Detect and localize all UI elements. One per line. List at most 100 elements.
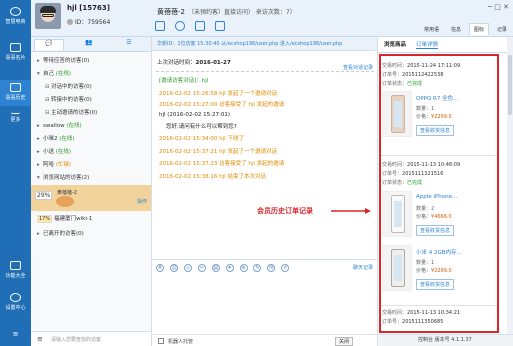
left-sidebar: 智慧电商 喜喜名片 喜喜历史 更多 功能大全 设置中心 ≡	[0, 0, 31, 346]
apps-icon	[10, 261, 21, 270]
sidebar-item-label: 更多	[10, 117, 21, 123]
sidebar-item-settings[interactable]: 设置中心	[0, 290, 31, 316]
visitor-name: 黄蓓蓓-2	[57, 190, 77, 196]
tab-phrases[interactable]: 常用语	[420, 24, 443, 35]
visitor-name: 福建厦门wiki-1	[54, 216, 93, 222]
tab-records[interactable]: 记录	[493, 24, 511, 35]
chat-message: 2016-02-02 15:34:00 hjl 下线了	[159, 136, 244, 142]
scrollbar[interactable]	[507, 37, 513, 334]
sidebar-item-label: 喜喜历史	[5, 95, 26, 101]
shake-icon[interactable]: ✦	[225, 264, 234, 272]
list-item[interactable]: ▸ swallow (在线)	[31, 120, 151, 133]
scrollbar-thumb[interactable]	[508, 55, 512, 115]
menu-icon[interactable]: ≡	[37, 335, 45, 343]
phone-icon[interactable]	[214, 21, 225, 31]
chat-icon: 💬	[45, 40, 53, 47]
eval-icon[interactable]: ✎	[253, 264, 262, 272]
tab-browse-products[interactable]: 浏览商品	[384, 40, 406, 48]
chat-message: [邀请访客对话]：hjl	[159, 78, 209, 84]
image-icon[interactable]: ▫	[183, 264, 192, 272]
mail-icon[interactable]: ✉	[267, 264, 276, 272]
chat-message: 2016-02-02 15:27:00 访客接受了 hjl 发起的邀请	[159, 102, 285, 108]
tab-icons[interactable]: 图标	[468, 23, 489, 35]
chat-panel: 华新ID：1位访客 15:30:40 从/ecshop198/user.php …	[152, 37, 378, 346]
order-history-highlight	[379, 54, 499, 333]
list-item[interactable]: ▸ 小送 (在线)	[31, 146, 151, 159]
chat-message: 2016-02-02 15:38:16 hjl 结束了本次对话	[159, 174, 266, 180]
settings-icon	[10, 293, 21, 302]
visitor-tabs: 💬 👥 ☰	[31, 37, 151, 52]
visitor-panel: 💬 👥 ☰ ▸ 等待应答的访客(0) ▾ 自己 (在线) ⊟对话中的访客(0) ⊟转…	[31, 37, 152, 346]
annotation-label: 会员历史订单记录	[257, 207, 313, 215]
list-item[interactable]: ⊟对话中的访客(0)	[31, 81, 151, 94]
session-toolbar	[155, 21, 233, 33]
visitor-search[interactable]: ≡ 请输入您要查找的访客	[31, 331, 151, 346]
star-icon[interactable]	[194, 21, 205, 31]
chat-message: 2016-02-02 15:37:23 访客接受了 hjl 发起的邀请	[159, 161, 285, 167]
smart-commerce-icon	[10, 7, 21, 16]
view-history-link[interactable]: 查看对话记录	[343, 64, 373, 71]
sidebar-item-apps[interactable]: 功能大全	[0, 258, 31, 284]
status-dot-icon	[67, 19, 73, 25]
card-icon	[10, 43, 21, 52]
tab-queue[interactable]: ☰	[114, 39, 144, 50]
session-name: 黄蓓蓓-2	[157, 8, 185, 16]
status-bar: 控制台 版本号 4.1.1.37	[378, 334, 513, 346]
list-item[interactable]: ▸ 阿哈 (忙碌)	[31, 159, 151, 172]
right-tabs: 常用语 信息 图标 记录	[418, 23, 511, 35]
chat-record-link[interactable]: 聊天记录	[353, 264, 373, 271]
chat-message: hjl (2016-02-02 15:27:01)	[159, 112, 230, 118]
tab-info[interactable]: 信息	[447, 24, 465, 35]
app-window: 智慧电商 喜喜名片 喜喜历史 更多 功能大全 设置中心 ≡ hjl [15763…	[0, 0, 513, 346]
people-icon: 👥	[85, 39, 93, 46]
user-id: ID：759564	[67, 17, 110, 26]
screenshot-icon[interactable]: ✂	[197, 264, 206, 272]
visitor-row-selected[interactable]: 29% 黄蓓蓓-2 操作	[31, 185, 151, 211]
list-item[interactable]: ▸ 已离开的访客(0)	[31, 228, 151, 241]
search-input[interactable]: 请输入您要查找的访客	[51, 336, 101, 343]
file-icon[interactable]: ▤	[211, 264, 220, 272]
list-item[interactable]: ▾ 浏览网站的访客(2)	[31, 172, 151, 185]
last-visit: 上次对话时间：2016-01-27	[157, 60, 231, 66]
list-item[interactable]: ⊟主动邀请的访客(0)	[31, 107, 151, 120]
window-controls[interactable]: ─ □ ✕	[488, 3, 509, 11]
list-item[interactable]: ▾ 自己 (在线)	[31, 68, 151, 81]
list-item[interactable]: ⊟转接中的访客(0)	[31, 94, 151, 107]
sidebar-item-smart[interactable]: 智慧电商	[0, 4, 31, 30]
sidebar-item-card[interactable]: 喜喜名片	[0, 40, 31, 66]
phrase-icon[interactable]: ≡	[239, 264, 248, 272]
session-info: 黄蓓蓓-2 （未预约客）直接访问） 来访次数：7）	[157, 8, 296, 16]
avatar[interactable]	[35, 3, 61, 29]
edit-icon[interactable]: ✐	[281, 264, 290, 272]
queue-icon: ☰	[126, 39, 132, 46]
robot-checkbox[interactable]	[158, 338, 164, 344]
annotation-arrow-icon	[331, 208, 371, 214]
sidebar-item-label: 智慧电商	[5, 19, 26, 25]
list-item[interactable]: ▸ 等待应答的访客(0)	[31, 55, 151, 68]
list-item[interactable]: ▸ 小咪2 (在线)	[31, 133, 151, 146]
visitor-row[interactable]: 17% 福建厦门wiki-1	[31, 213, 151, 226]
sidebar-item-label: 功能大全	[5, 273, 26, 279]
order-panel: 浏览商品 订单详情 交易时间：2015-11-24 17:11:09 订单号：2…	[378, 37, 507, 334]
sidebar-item-history[interactable]: 喜喜历史	[0, 80, 31, 106]
tab-chat[interactable]: 💬	[34, 39, 64, 50]
tab-visitors[interactable]: 👥	[74, 39, 104, 50]
message-editor[interactable]: A ☺ ▫ ✂ ▤ ✦ ≡ ✎ ✉ ✐ 聊天记录 机器人托管 关闭	[152, 259, 377, 346]
chat-message: 2016-02-02 15:37:21 hjl 发起了一个邀请对话	[159, 149, 277, 155]
menu-icon[interactable]: ≡	[0, 330, 31, 342]
visitor-percent: 29%	[35, 191, 53, 200]
top-header: hjl [15763] ID：759564 黄蓓蓓-2 （未预约客）直接访问） 来…	[31, 0, 513, 37]
font-icon[interactable]: A	[156, 264, 164, 272]
visitor-action-button[interactable]: 操作	[137, 198, 147, 205]
close-button[interactable]: 关闭	[335, 337, 354, 346]
clock-icon[interactable]	[174, 21, 185, 31]
username: hjl [15763]	[67, 4, 110, 12]
editor-toolbar: A ☺ ▫ ✂ ▤ ✦ ≡ ✎ ✉ ✐	[156, 264, 293, 272]
emoji-icon[interactable]: ☺	[169, 264, 178, 272]
visitor-card-icon[interactable]	[155, 21, 165, 31]
sidebar-item-label: 喜喜名片	[5, 55, 26, 61]
sidebar-item-more[interactable]: 更多	[0, 108, 31, 128]
visitor-url-bar: 华新ID：1位访客 15:30:40 从/ecshop198/user.php …	[152, 37, 377, 51]
tab-order-details[interactable]: 订单详情	[416, 40, 439, 49]
order-tabs: 浏览商品 订单详情	[378, 37, 507, 53]
